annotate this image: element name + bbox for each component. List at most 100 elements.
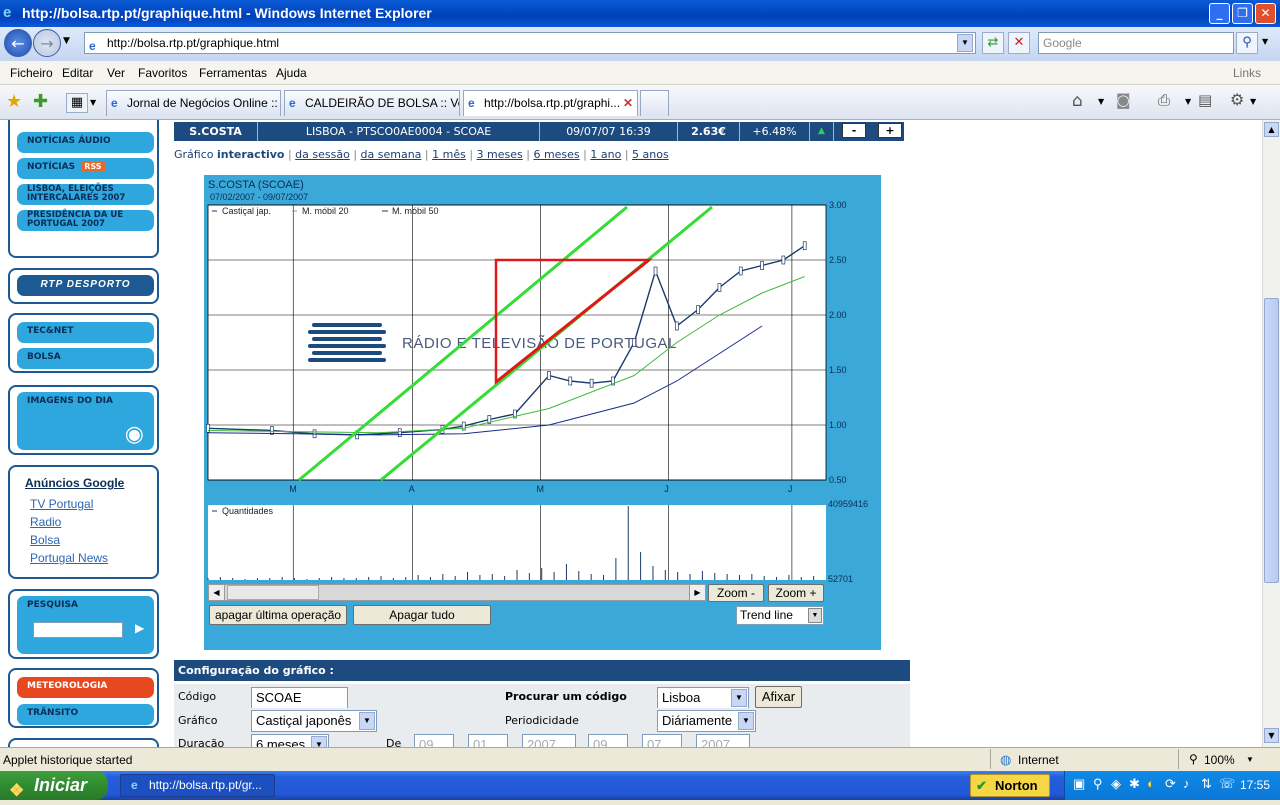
scroll-right-icon[interactable]: ▶ xyxy=(689,585,705,600)
mercado-dropdown-icon[interactable]: ▼ xyxy=(731,689,747,707)
sidebar-item-lisboa-eleicoes[interactable]: LISBOA, ELEIÇÕES INTERCALARES 2007 xyxy=(17,184,154,205)
period-5-anos[interactable]: 5 anos xyxy=(632,148,669,161)
home-dropdown-icon[interactable]: ▼ xyxy=(1098,97,1104,106)
zoom-plus-button[interactable]: Zoom + xyxy=(768,584,824,602)
quick-tabs-icon[interactable]: ▦ xyxy=(66,93,88,113)
scroll-up-icon[interactable]: ▲ xyxy=(1264,122,1279,137)
tools-gear-icon[interactable]: ⚙ xyxy=(1230,90,1244,109)
scroll-down-icon[interactable]: ▼ xyxy=(1264,728,1279,743)
menu-ferramentas[interactable]: Ferramentas xyxy=(199,66,267,80)
history-dropdown-icon[interactable]: ▼ xyxy=(63,36,70,46)
page-scrollbar[interactable]: ▲ ▼ xyxy=(1262,120,1280,747)
page-scroll-thumb[interactable] xyxy=(1264,298,1279,583)
links-label[interactable]: Links xyxy=(1233,66,1261,80)
sidebar-item-tecnet[interactable]: TEC&NET xyxy=(17,322,154,343)
tools-dropdown-icon[interactable]: ▼ xyxy=(1250,97,1256,106)
period-3-meses[interactable]: 3 meses xyxy=(477,148,523,161)
sidebar-item-transito[interactable]: TRÂNSITO xyxy=(17,704,154,725)
sidebar-item-presidencia-ue[interactable]: PRESIDÊNCIA DA UE PORTUGAL 2007 xyxy=(17,210,154,231)
pesquisa-go-icon[interactable]: ▶ xyxy=(135,622,144,635)
back-icon[interactable]: ← xyxy=(4,29,32,57)
scroll-thumb[interactable] xyxy=(227,585,319,600)
tray-safely-remove-icon[interactable]: ⇅ xyxy=(1201,776,1212,792)
add-favorite-icon[interactable]: ✚ xyxy=(33,91,48,112)
tray-search-icon[interactable]: ⚲ xyxy=(1093,776,1103,792)
search-icon[interactable]: ⚲ xyxy=(1236,32,1258,54)
print-icon[interactable]: ⎙ xyxy=(1158,91,1170,109)
tray-settings-icon[interactable]: ✱ xyxy=(1129,776,1140,792)
close-tab-icon[interactable]: ✕ xyxy=(623,91,633,116)
menu-editar[interactable]: Editar xyxy=(62,66,93,80)
zoom-dropdown-icon[interactable]: ▼ xyxy=(1246,755,1254,764)
taskbar-ie-window[interactable]: e http://bolsa.rtp.pt/gr... xyxy=(120,774,275,797)
favorites-star-icon[interactable]: ★ xyxy=(6,91,22,112)
periodicidade-dropdown-icon[interactable]: ▼ xyxy=(738,712,754,730)
mercado-select[interactable]: Lisboa ▼ xyxy=(657,687,749,709)
tab-caldeirao-bolsa[interactable]: eCALDEIRÃO DE BOLSA :: Ver... xyxy=(284,90,460,116)
tab-list-dropdown-icon[interactable]: ▼ xyxy=(90,98,96,107)
ad-link-portugal-news[interactable]: Portugal News xyxy=(30,551,108,565)
grafico-select[interactable]: Castiçal japonês ▼ xyxy=(251,710,377,732)
menu-favoritos[interactable]: Favoritos xyxy=(138,66,187,80)
tray-shield-icon[interactable]: ◈ xyxy=(1111,776,1121,792)
zoom-level[interactable]: 100% xyxy=(1204,753,1235,767)
maximize-button[interactable]: ❐ xyxy=(1232,3,1253,24)
tray-update-icon[interactable]: ⟳ xyxy=(1165,776,1176,792)
close-button[interactable]: ✕ xyxy=(1255,3,1276,24)
chart-applet[interactable]: S.COSTA (SCOAE) 07/02/2007 - 09/07/2007 … xyxy=(204,175,881,650)
start-button[interactable]: ❖ Iniciar xyxy=(0,771,108,800)
date-from-day[interactable]: 09 xyxy=(414,734,454,747)
date-to-year[interactable]: 2007 xyxy=(696,734,750,747)
tool-select[interactable]: Trend line ▼ xyxy=(736,606,824,625)
pesquisa-input[interactable] xyxy=(33,622,123,638)
sidebar-item-meteorologia[interactable]: METEOROLOGIA xyxy=(17,677,154,698)
ads-title[interactable]: Anúncios Google xyxy=(25,476,124,490)
tab-bolsa-rtp[interactable]: e http://bolsa.rtp.pt/graphi... ✕ xyxy=(463,90,638,116)
zoom-minus-button[interactable]: Zoom - xyxy=(708,584,764,602)
tray-network-icon[interactable]: ▣ xyxy=(1073,776,1085,792)
duracao-select[interactable]: 6 meses ▼ xyxy=(251,734,329,747)
ad-link-bolsa[interactable]: Bolsa xyxy=(30,533,60,547)
date-from-year[interactable]: 2007 xyxy=(522,734,576,747)
ad-link-tv-portugal[interactable]: TV Portugal xyxy=(30,497,93,511)
tray-volume-icon[interactable]: ♪ xyxy=(1183,776,1190,791)
zoom-out-button[interactable]: - xyxy=(842,123,866,138)
menu-ajuda[interactable]: Ajuda xyxy=(276,66,307,80)
address-bar[interactable]: e http://bolsa.rtp.pt/graphique.html ▼ xyxy=(84,32,976,54)
period-6-meses[interactable]: 6 meses xyxy=(533,148,579,161)
tray-phone-icon[interactable]: ☏ xyxy=(1219,776,1235,792)
sidebar-item-noticias-rss[interactable]: NOTÍCIAS RSS xyxy=(17,158,154,179)
search-options-icon[interactable]: ▼ xyxy=(1262,37,1268,46)
home-icon[interactable]: ⌂ xyxy=(1072,91,1083,111)
sidebar-item-noticias-audio[interactable]: NOTÍCIAS ÁUDIO xyxy=(17,132,154,153)
window-titlebar[interactable]: e http://bolsa.rtp.pt/graphique.html - W… xyxy=(0,0,1280,27)
undo-last-operation-button[interactable]: apagar última operação xyxy=(209,605,347,625)
tray-messenger-icon[interactable]: ◐ xyxy=(1147,776,1155,791)
period-da-semana[interactable]: da semana xyxy=(361,148,422,161)
codigo-input[interactable]: SCOAE xyxy=(251,687,348,709)
stop-icon[interactable]: ✕ xyxy=(1008,32,1030,54)
afixar-button[interactable]: Afixar xyxy=(755,686,802,708)
refresh-icon[interactable]: ⇄ xyxy=(982,32,1004,54)
rtp-desporto-link[interactable]: RTP DESPORTO xyxy=(17,275,154,296)
period-1-mes[interactable]: 1 mês xyxy=(432,148,466,161)
tab-jornal-negocios[interactable]: e Jornal de Negócios Online :: ... xyxy=(106,90,281,116)
date-to-day[interactable]: 09 xyxy=(588,734,628,747)
page-menu-icon[interactable]: ▤ xyxy=(1198,91,1212,109)
minimize-button[interactable]: _ xyxy=(1209,3,1230,24)
feeds-icon[interactable]: ◙ xyxy=(1116,91,1131,109)
ad-link-radio[interactable]: Radio xyxy=(30,515,61,529)
norton-button[interactable]: ✔ Norton xyxy=(970,774,1050,797)
print-dropdown-icon[interactable]: ▼ xyxy=(1185,97,1191,106)
date-from-month[interactable]: 01 xyxy=(468,734,508,747)
menu-ficheiro[interactable]: Ficheiro xyxy=(10,66,53,80)
period-da-sessao[interactable]: da sessão xyxy=(295,148,350,161)
forward-icon[interactable]: → xyxy=(33,29,61,57)
scroll-left-icon[interactable]: ◀ xyxy=(209,585,225,600)
duracao-dropdown-icon[interactable]: ▼ xyxy=(311,736,327,747)
periodicidade-select[interactable]: Diáriamente ▼ xyxy=(657,710,756,732)
clear-all-button[interactable]: Apagar tudo xyxy=(353,605,491,625)
new-tab-button[interactable] xyxy=(640,90,669,116)
period-1-ano[interactable]: 1 ano xyxy=(590,148,621,161)
zoom-in-button[interactable]: + xyxy=(878,123,902,138)
